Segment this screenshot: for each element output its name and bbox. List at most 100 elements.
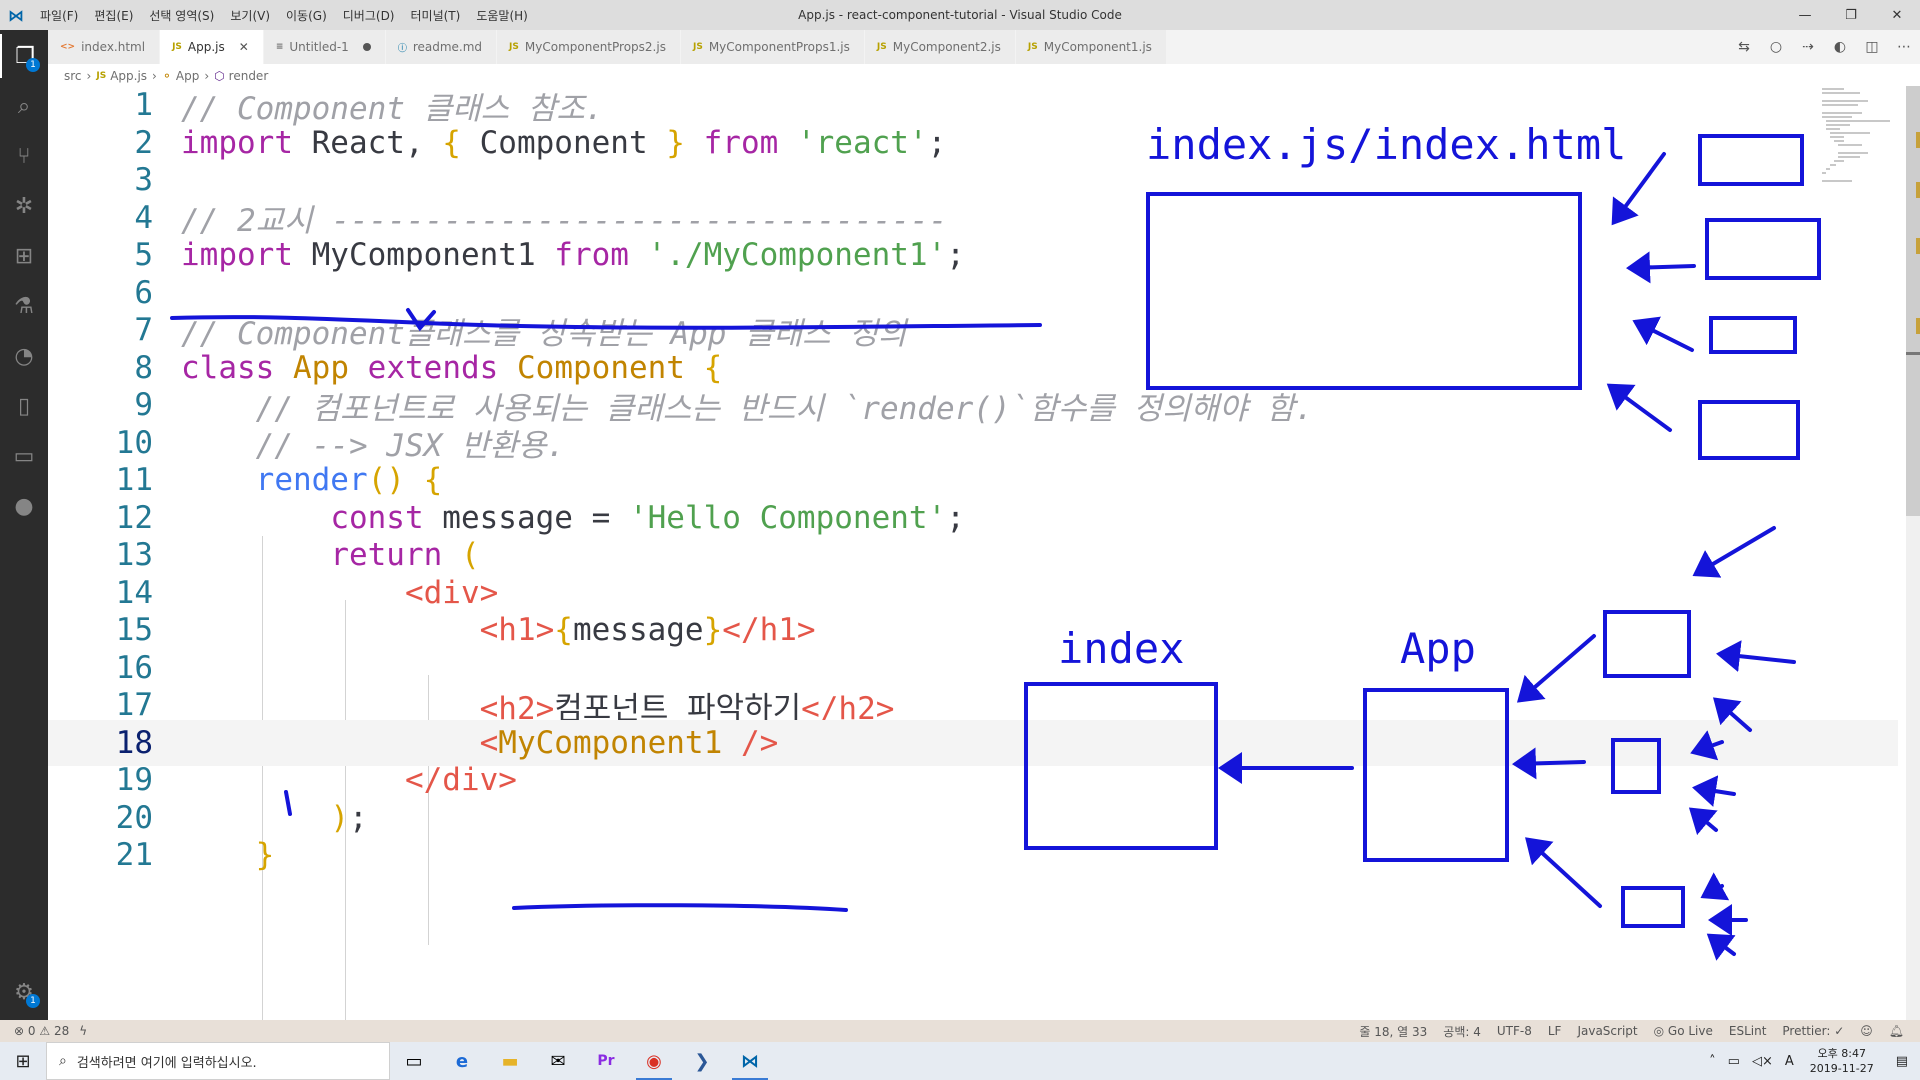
test-flask-icon[interactable]: ⚗ xyxy=(0,284,48,328)
language-mode[interactable]: JavaScript xyxy=(1577,1024,1637,1038)
source-control-icon[interactable]: ⑂ xyxy=(0,134,48,178)
line-number[interactable]: 21 xyxy=(48,837,153,873)
code-token: } xyxy=(666,124,685,161)
menu-item[interactable]: 도움말(H) xyxy=(468,7,536,24)
menu-item[interactable]: 보기(V) xyxy=(222,7,278,24)
tab-mycomponentprops1-js[interactable]: JS MyComponentProps1.js xyxy=(680,30,865,64)
powershell-icon[interactable]: ❯ xyxy=(678,1042,726,1080)
bookmark-icon[interactable]: ▯ xyxy=(0,384,48,428)
taskbar-search[interactable]: ⌕ 검색하려면 여기에 입력하십시오. xyxy=(46,1042,390,1080)
menu-item[interactable]: 디버그(D) xyxy=(335,7,403,24)
menu-item[interactable]: 편집(E) xyxy=(86,7,141,24)
line-number[interactable]: 10 xyxy=(48,425,153,461)
breadcrumb-class[interactable]: App xyxy=(176,69,199,83)
end-of-line[interactable]: LF xyxy=(1548,1024,1562,1038)
code-token: <div> xyxy=(404,574,499,611)
settings-gear-icon[interactable]: ⚙ 1 xyxy=(0,970,48,1014)
line-number[interactable]: 1 xyxy=(48,87,153,123)
git-lens-icon[interactable]: ◐ xyxy=(1824,39,1856,55)
menu-item[interactable]: 선택 영역(S) xyxy=(141,7,222,24)
mail-icon[interactable]: ✉ xyxy=(534,1042,582,1080)
taskbar-clock[interactable]: 오후 8:47 2019-11-27 xyxy=(1800,1046,1884,1076)
encoding[interactable]: UTF-8 xyxy=(1497,1024,1532,1038)
go-forward-icon[interactable]: ⇢ xyxy=(1792,39,1824,55)
code-line[interactable]: 21 } xyxy=(48,832,1898,878)
breadcrumb-file[interactable]: App.js xyxy=(110,69,147,83)
line-number[interactable]: 17 xyxy=(48,687,153,723)
line-number[interactable]: 12 xyxy=(48,500,153,536)
tab-app-js[interactable]: JS App.js ✕ xyxy=(160,30,264,64)
feedback-smiley-icon[interactable]: ☺ xyxy=(1860,1024,1873,1038)
eslint-status[interactable]: ESLint xyxy=(1729,1024,1767,1038)
split-editor-icon[interactable]: ◫ xyxy=(1856,39,1888,55)
indentation[interactable]: 공백: 4 xyxy=(1443,1023,1481,1040)
code-editor[interactable]: 1// Component 클래스 참조. 2 import React, { Co… xyxy=(48,86,1898,1020)
menu-item[interactable]: 파일(F) xyxy=(32,7,86,24)
tab-close-icon[interactable]: ✕ xyxy=(239,40,249,54)
search-icon[interactable]: ⌕ xyxy=(0,84,48,128)
tab-mycomponent2-js[interactable]: JS MyComponent2.js xyxy=(864,30,1016,64)
action-center-icon[interactable]: ▤ xyxy=(1884,1054,1920,1069)
network-icon[interactable]: ▭ xyxy=(1722,1054,1746,1069)
go-back-icon[interactable]: ○ xyxy=(1760,39,1792,55)
minimize-icon[interactable]: — xyxy=(1782,0,1828,30)
code-token: ; xyxy=(927,124,947,161)
breadcrumb-folder[interactable]: src xyxy=(64,69,82,83)
tab-list: <> index.html JS App.js ✕ ≡ Untitled-1 ⓘ readme.… xyxy=(48,30,1167,64)
task-view-icon[interactable]: ▭ xyxy=(390,1042,438,1080)
go-live-button[interactable]: ◎ Go Live xyxy=(1654,1024,1713,1038)
tab-mycomponent1-js[interactable]: JS MyComponent1.js xyxy=(1015,30,1167,64)
chrome-browser-icon[interactable]: ◉ xyxy=(630,1042,678,1080)
prettier-status[interactable]: Prettier: ✓ xyxy=(1782,1024,1844,1038)
line-number[interactable]: 6 xyxy=(48,275,153,311)
notifications-bell-icon[interactable]: 🔔︎ xyxy=(1889,1024,1904,1038)
line-number[interactable]: 5 xyxy=(48,237,153,273)
editor-scrollbar[interactable] xyxy=(1906,86,1920,1020)
tab-readme-md[interactable]: ⓘ readme.md xyxy=(385,30,498,64)
cursor-position[interactable]: 줄 18, 열 33 xyxy=(1359,1023,1427,1040)
problems-indicator[interactable]: ⊗ 0 ⚠ 28 xyxy=(14,1024,69,1038)
line-number[interactable]: 2 xyxy=(48,125,153,161)
line-number[interactable]: 16 xyxy=(48,650,153,686)
line-number[interactable]: 9 xyxy=(48,387,153,423)
premiere-pro-icon[interactable]: Pr xyxy=(582,1042,630,1080)
line-number[interactable]: 11 xyxy=(48,462,153,498)
remote-explorer-icon[interactable]: ▭ xyxy=(0,434,48,478)
line-number[interactable]: 4 xyxy=(48,200,153,236)
line-number[interactable]: 14 xyxy=(48,575,153,611)
line-number[interactable]: 18 xyxy=(48,725,153,761)
menu-item[interactable]: 이동(G) xyxy=(278,7,335,24)
tab-mycomponentprops2-js[interactable]: JS MyComponentProps2.js xyxy=(497,30,681,64)
vscode-taskbar-icon[interactable]: ⋈ xyxy=(726,1042,774,1080)
scrollbar-thumb[interactable] xyxy=(1906,86,1920,516)
lightning-icon[interactable]: ϟ xyxy=(79,1024,87,1038)
restore-icon[interactable]: ❐ xyxy=(1828,0,1874,30)
menu-item[interactable]: 터미널(T) xyxy=(403,7,469,24)
edge-browser-icon[interactable]: e xyxy=(438,1042,486,1080)
ime-indicator[interactable]: A xyxy=(1779,1054,1800,1069)
chevron-up-icon[interactable]: ˄ xyxy=(1703,1054,1722,1069)
windows-start-icon[interactable]: ⊞ xyxy=(0,1042,46,1080)
file-explorer-icon[interactable]: ▬ xyxy=(486,1042,534,1080)
git-graph-icon[interactable]: ◔ xyxy=(0,334,48,378)
unsaved-dot-icon[interactable] xyxy=(362,43,371,51)
close-icon[interactable]: ✕ xyxy=(1874,0,1920,30)
explorer-icon[interactable]: ❐ 1 xyxy=(0,34,48,78)
minimap[interactable] xyxy=(1820,86,1900,206)
breadcrumb-method[interactable]: render xyxy=(229,69,269,83)
line-number[interactable]: 20 xyxy=(48,800,153,836)
line-number[interactable]: 8 xyxy=(48,350,153,386)
line-number[interactable]: 13 xyxy=(48,537,153,573)
tab-untitled-1[interactable]: ≡ Untitled-1 xyxy=(263,30,386,64)
more-actions-icon[interactable]: ⋯ xyxy=(1888,39,1920,55)
line-number[interactable]: 19 xyxy=(48,762,153,798)
live-share-icon[interactable]: ● xyxy=(0,484,48,528)
compare-icon[interactable]: ⇆ xyxy=(1728,39,1760,55)
extensions-icon[interactable]: ⊞ xyxy=(0,234,48,278)
debug-icon[interactable]: ✲ xyxy=(0,184,48,228)
volume-icon[interactable]: ◁× xyxy=(1746,1054,1779,1069)
line-number[interactable]: 15 xyxy=(48,612,153,648)
line-number[interactable]: 3 xyxy=(48,162,153,198)
tab-index-html[interactable]: <> index.html xyxy=(48,30,161,64)
line-number[interactable]: 7 xyxy=(48,312,153,348)
